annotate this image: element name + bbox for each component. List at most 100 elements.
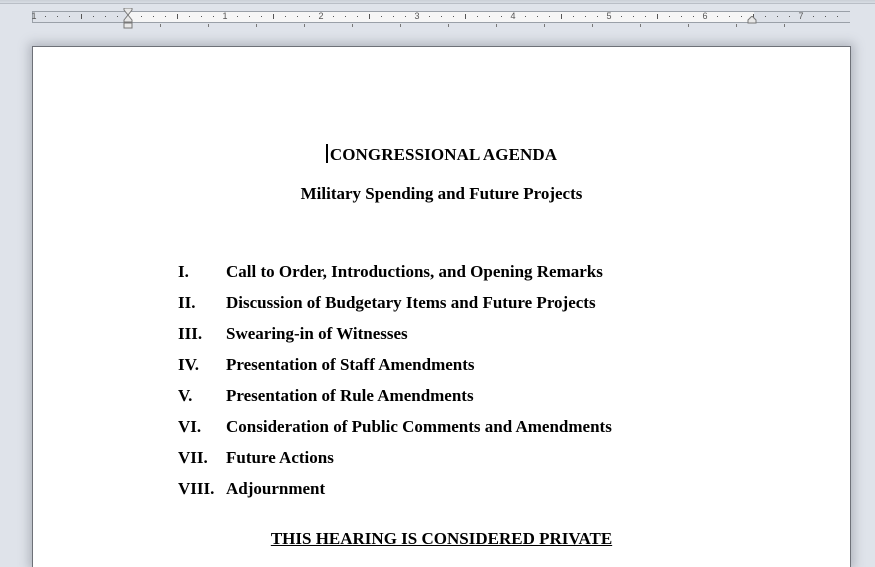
agenda-item: VII. Future Actions <box>178 448 612 479</box>
toolbar-edge <box>0 0 875 4</box>
ruler-number: 7 <box>798 11 804 21</box>
ruler-tick <box>813 16 814 17</box>
ruler-tick <box>789 16 790 17</box>
ruler-tick <box>501 16 502 17</box>
ruler-tick <box>837 16 838 17</box>
ruler-tick <box>273 14 274 19</box>
agenda-item-number: IV. <box>178 355 199 374</box>
document-title-text: CONGRESSIONAL AGENDA <box>329 145 558 164</box>
ruler-tick <box>405 16 406 17</box>
agenda-item: VIII. Adjournment <box>178 479 612 510</box>
ruler-tab-tick <box>208 24 209 27</box>
ruler-tab-tick <box>304 24 305 27</box>
agenda-item-number: II. <box>178 293 196 312</box>
ruler-number: 6 <box>702 11 708 21</box>
ruler-tick <box>489 16 490 17</box>
document-title: CONGRESSIONAL AGENDA <box>33 144 850 165</box>
ruler-tick <box>441 16 442 17</box>
ruler-tick <box>177 14 178 19</box>
ruler-tick <box>453 16 454 17</box>
ruler-tick <box>729 16 730 17</box>
ruler-tick <box>765 16 766 17</box>
ruler-tick <box>93 16 94 17</box>
ruler-tick <box>741 16 742 17</box>
ruler-tick <box>561 14 562 19</box>
ruler-tick <box>633 16 634 17</box>
ruler-tab-tick <box>256 24 257 27</box>
ruler-tick <box>141 16 142 17</box>
ruler-tick <box>165 16 166 17</box>
ruler-tick <box>825 16 826 17</box>
ruler-tick <box>357 16 358 17</box>
ruler-tick <box>249 16 250 17</box>
ruler-tab-tick <box>640 24 641 27</box>
ruler-tab-tick <box>544 24 545 27</box>
ruler-tab-tick <box>352 24 353 27</box>
ruler-tick <box>369 14 370 19</box>
ruler-tab-tick <box>736 24 737 27</box>
ruler-tick <box>105 16 106 17</box>
ruler-tick <box>117 16 118 17</box>
ruler-tick <box>585 16 586 17</box>
ruler-tick <box>717 16 718 17</box>
document-page[interactable]: CONGRESSIONAL AGENDA Military Spending a… <box>32 46 851 567</box>
agenda-item: II. Discussion of Budgetary Items and Fut… <box>178 293 612 324</box>
ruler-tick <box>57 16 58 17</box>
ruler-number: 2 <box>318 11 324 21</box>
agenda-item: I. Call to Order, Introductions, and Open… <box>178 262 612 293</box>
right-indent-marker-icon[interactable] <box>747 16 757 24</box>
ruler-tick <box>261 16 262 17</box>
agenda-item-number: III. <box>178 324 203 343</box>
horizontal-ruler[interactable]: 1 1 2 3 4 5 6 7 <box>31 11 850 23</box>
ruler-tab-tick <box>592 24 593 27</box>
ruler-tick <box>153 16 154 17</box>
ruler-number: 1 <box>31 11 37 21</box>
ruler-tab-tick <box>448 24 449 27</box>
document-subtitle: Military Spending and Future Projects <box>300 184 583 203</box>
ruler-number: 3 <box>414 11 420 21</box>
ruler-tick <box>381 16 382 17</box>
agenda-item-number: I. <box>178 262 189 281</box>
text-cursor <box>325 144 328 163</box>
ruler-tick <box>237 16 238 17</box>
ruler-number: 1 <box>222 11 228 21</box>
ruler-tick <box>81 14 82 19</box>
privacy-notice: THIS HEARING IS CONSIDERED PRIVATE <box>270 529 613 548</box>
agenda-item-text: Call to Order, Introductions, and Openin… <box>226 262 603 281</box>
ruler-tick <box>213 16 214 17</box>
ruler-tick <box>189 16 190 17</box>
ruler-tick <box>777 16 778 17</box>
ruler-tick <box>645 16 646 17</box>
ruler-tick <box>657 14 658 19</box>
agenda-item: VI. Consideration of Public Comments and … <box>178 417 612 448</box>
indent-marker-icon[interactable] <box>123 8 133 29</box>
agenda-item-text: Swearing-in of Witnesses <box>226 324 408 343</box>
agenda-item: III. Swearing-in of Witnesses <box>178 324 612 355</box>
agenda-item-number: V. <box>178 386 193 405</box>
ruler-number: 4 <box>510 11 516 21</box>
ruler-tick <box>693 16 694 17</box>
agenda-item: V. Presentation of Rule Amendments <box>178 386 612 417</box>
agenda-item: IV. Presentation of Staff Amendments <box>178 355 612 386</box>
agenda-item-text: Presentation of Staff Amendments <box>226 355 475 374</box>
ruler-tick <box>597 16 598 17</box>
ruler-tick <box>45 16 46 17</box>
ruler-tick <box>309 16 310 17</box>
ruler-tick <box>669 16 670 17</box>
ruler-tab-tick <box>400 24 401 27</box>
ruler-tab-tick <box>688 24 689 27</box>
ruler-tick <box>681 16 682 17</box>
ruler-tick <box>621 16 622 17</box>
ruler-tick <box>525 16 526 17</box>
ruler-tick <box>393 16 394 17</box>
agenda-list: I. Call to Order, Introductions, and Open… <box>178 262 612 510</box>
ruler-tab-tick <box>784 24 785 27</box>
ruler-number: 5 <box>606 11 612 21</box>
ruler-tick <box>333 16 334 17</box>
agenda-item-number: VIII. <box>178 479 215 498</box>
ruler-tick <box>201 16 202 17</box>
agenda-item-number: VI. <box>178 417 202 436</box>
ruler-tick <box>549 16 550 17</box>
ruler-tick <box>465 14 466 19</box>
agenda-item-text: Future Actions <box>226 448 334 467</box>
